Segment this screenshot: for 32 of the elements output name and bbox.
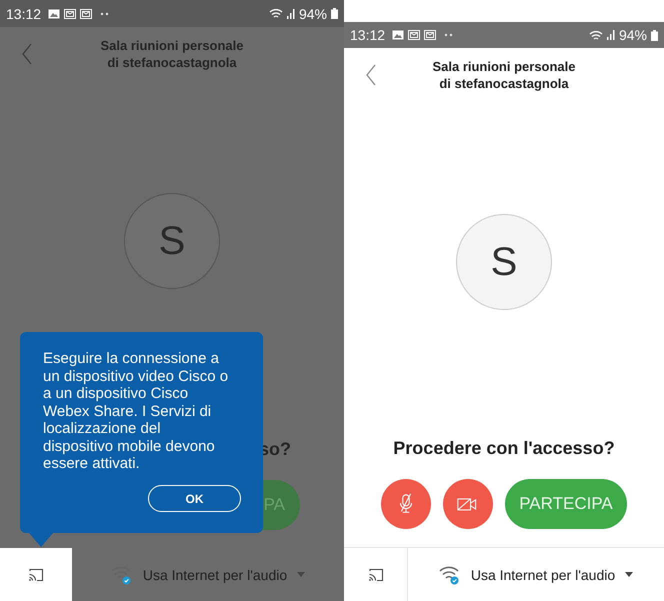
signal-icon <box>286 8 295 18</box>
status-time: 13:12 <box>6 6 42 22</box>
mail-icon <box>408 30 420 40</box>
cast-icon <box>368 568 384 582</box>
battery-icon <box>651 30 658 40</box>
more-icon <box>444 33 454 37</box>
meeting-title: Sala riunioni personale di stefanocastagnola <box>432 58 576 93</box>
audio-option[interactable]: Usa Internet per l'audio <box>470 566 616 582</box>
image-icon <box>392 30 404 40</box>
back-icon[interactable] <box>22 43 32 65</box>
signal-icon <box>606 30 615 40</box>
avatar: S <box>124 193 220 289</box>
cast-icon <box>28 568 44 582</box>
avatar: S <box>456 214 552 310</box>
battery-level: 94% <box>618 27 647 43</box>
battery-icon <box>331 8 338 19</box>
status-time: 13:12 <box>350 27 386 43</box>
more-icon <box>100 12 110 16</box>
wifi-icon <box>588 30 603 40</box>
mail-icon <box>80 8 92 18</box>
back-icon[interactable] <box>366 64 376 86</box>
mail-icon <box>424 30 436 40</box>
caret-icon[interactable] <box>625 572 634 577</box>
ok-button[interactable]: OK <box>148 485 241 512</box>
popup-message: Eseguire la connessione a un dispositivo video Cisco o a un dispositivo Cisco Webex Share. I Servizi di localizzazione del dispositivo mobile devono essere attivati. <box>43 350 230 472</box>
battery-level: 94% <box>298 6 327 22</box>
wifi-icon <box>268 8 283 19</box>
wifi-audio-icon <box>438 564 461 584</box>
mail-icon <box>64 8 76 18</box>
meeting-title: Sala riunioni personale di stefanocastagnola <box>100 37 244 72</box>
image-icon <box>48 8 60 18</box>
join-prompt: Procedere con l'accesso? <box>393 438 615 459</box>
